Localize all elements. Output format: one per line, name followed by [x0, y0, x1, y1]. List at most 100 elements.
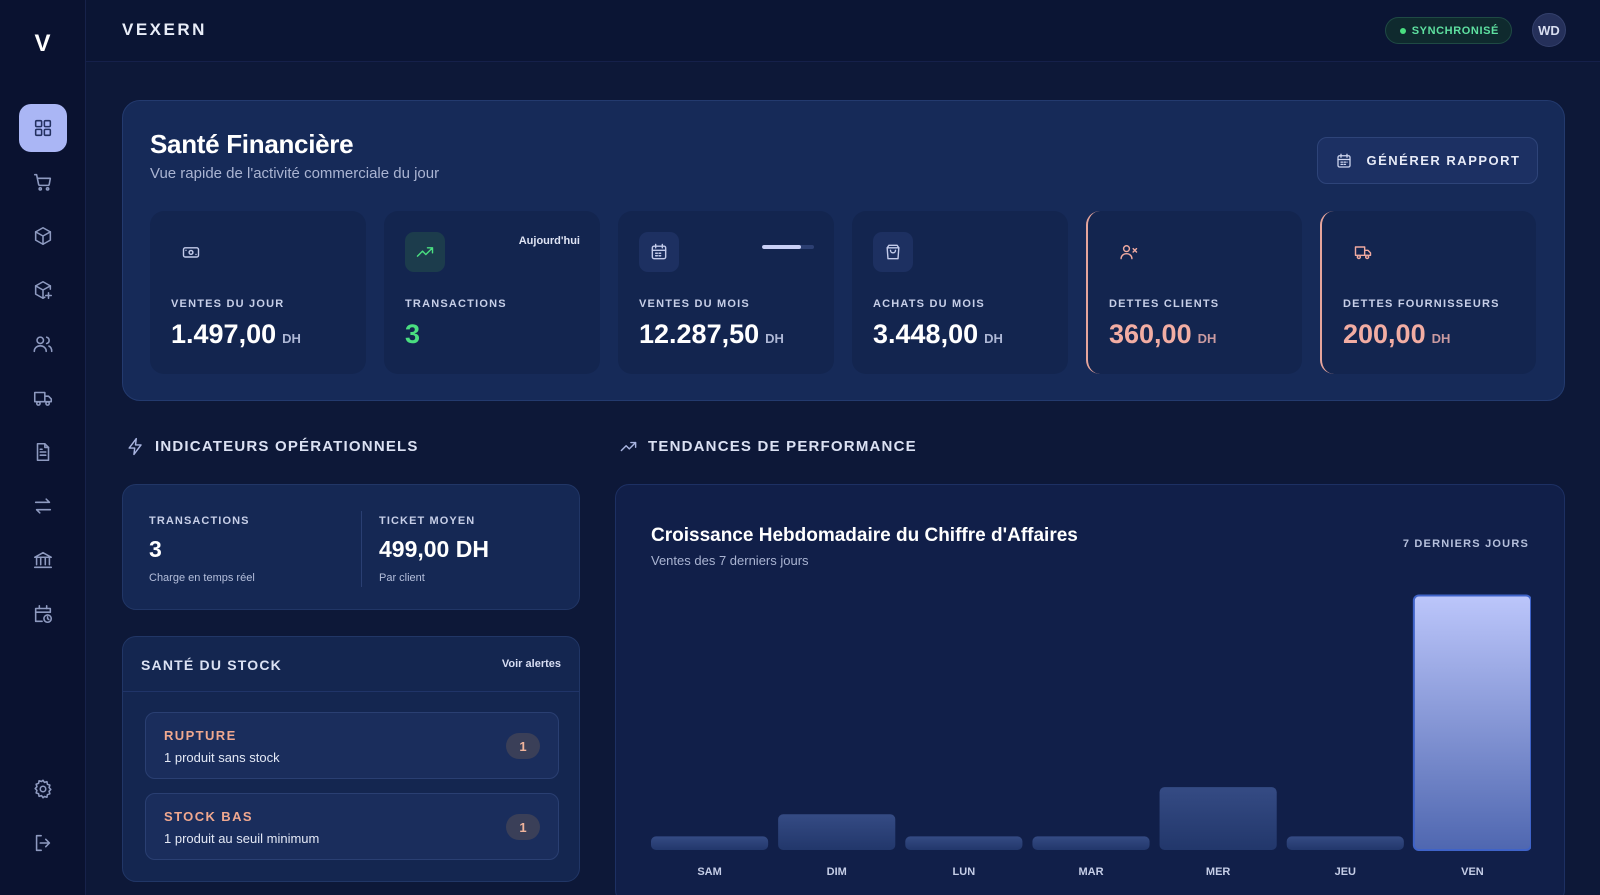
alert-row-stock-bas[interactable]: STOCK BAS 1 produit au seuil minimum 1 — [145, 793, 559, 860]
box-plus-icon — [34, 280, 53, 300]
truck-icon — [33, 391, 53, 406]
kpi-value: 1.497,00 DH — [171, 319, 301, 350]
gear-icon — [34, 779, 52, 799]
ops-transactions: TRANSACTIONS 3 Charge en temps réel — [149, 515, 255, 584]
sidebar-item-suppliers[interactable] — [19, 374, 67, 422]
sidebar-item-history[interactable] — [19, 590, 67, 638]
kpi-number: 3 — [405, 319, 421, 349]
kpi-card-transactions[interactable]: Aujourd'hui TRANSACTIONS 3 — [384, 211, 600, 374]
users-icon — [33, 336, 53, 353]
kpi-label: VENTES DU MOIS — [639, 298, 750, 310]
grid-icon — [34, 119, 52, 137]
chart-bar-dim[interactable] — [778, 814, 896, 850]
ops-ticket-sub: Par client — [379, 572, 425, 584]
bank-icon — [33, 551, 53, 569]
sidebar-item-dashboard[interactable] — [19, 104, 67, 152]
kpi-label: TRANSACTIONS — [405, 298, 507, 310]
kpi-progress-fill — [762, 245, 801, 249]
chart-bar-mar[interactable] — [1032, 836, 1150, 850]
page-subtitle: Vue rapide de l'activité commerciale du … — [150, 165, 440, 182]
calendar-icon — [1336, 153, 1351, 168]
kpi-icon-wrap — [1109, 232, 1149, 272]
chart-bar-sam[interactable] — [651, 836, 769, 850]
ops-section-heading: INDICATEURS OPÉRATIONNELS — [126, 437, 419, 456]
sidebar-item-bank[interactable] — [19, 536, 67, 584]
kpi-label: ACHATS DU MOIS — [873, 298, 985, 310]
chart-tick-label: SAM — [697, 866, 721, 878]
kpi-value: 3 — [405, 319, 420, 350]
app-logo[interactable]: V — [0, 30, 86, 58]
kpi-label: DETTES CLIENTS — [1109, 298, 1220, 310]
view-alerts-link[interactable]: Voir alertes — [502, 658, 561, 670]
kpi-card-dettes-clients[interactable]: DETTES CLIENTS 360,00 DH — [1086, 211, 1302, 374]
ops-section-title: INDICATEURS OPÉRATIONNELS — [155, 438, 419, 455]
kpi-icon-wrap — [639, 232, 679, 272]
kpi-card-ventes-mois[interactable]: VENTES DU MOIS 12.287,50 DH — [618, 211, 834, 374]
user-avatar[interactable]: WD — [1532, 13, 1566, 47]
cart-icon — [33, 173, 52, 191]
chart-range-label[interactable]: 7 DERNIERS JOURS — [1403, 538, 1529, 550]
alert-row-rupture[interactable]: RUPTURE 1 produit sans stock 1 — [145, 712, 559, 779]
chart-title: Croissance Hebdomadaire du Chiffre d'Aff… — [651, 525, 1078, 546]
sidebar-item-logout[interactable] — [19, 819, 67, 867]
sidebar-item-clients[interactable] — [19, 320, 67, 368]
cash-icon — [182, 247, 200, 258]
alert-count-badge: 1 — [506, 814, 540, 840]
sidebar-item-products[interactable] — [19, 212, 67, 260]
kpi-value: 3.448,00 DH — [873, 319, 1003, 350]
sidebar-item-stock[interactable] — [19, 266, 67, 314]
sidebar-item-transfers[interactable] — [19, 482, 67, 530]
sidebar-item-settings[interactable] — [19, 765, 67, 813]
kpi-value: 12.287,50 DH — [639, 319, 784, 350]
ops-indicators-card: TRANSACTIONS 3 Charge en temps réel TICK… — [122, 484, 580, 610]
chart-bar-jeu[interactable] — [1286, 836, 1404, 850]
kpi-icon-wrap — [405, 232, 445, 272]
alert-title: RUPTURE — [164, 728, 237, 743]
sidebar-item-sales[interactable] — [19, 158, 67, 206]
status-dot-icon — [1399, 27, 1406, 34]
kpi-card-achats-mois[interactable]: ACHATS DU MOIS 3.448,00 DH — [852, 211, 1068, 374]
chart-tick-label: MER — [1206, 866, 1231, 878]
kpi-icon-wrap — [1343, 232, 1383, 272]
kpi-number: 1.497,00 — [171, 319, 277, 349]
kpi-unit: DH — [1431, 331, 1451, 346]
app-root: V VEXERN SYNCHRONISÉ WD Santé Financière… — [0, 0, 1600, 895]
arrows-icon — [34, 498, 52, 514]
kpi-number: 200,00 — [1343, 319, 1426, 349]
kpi-label: DETTES FOURNISSEURS — [1343, 298, 1500, 310]
sync-status-badge: SYNCHRONISÉ — [1384, 17, 1512, 44]
shopping-bag-icon — [886, 244, 900, 260]
ops-transactions-label: TRANSACTIONS — [149, 515, 250, 527]
alert-title: STOCK BAS — [164, 809, 253, 824]
generate-report-button[interactable]: GÉNÉRER RAPPORT — [1317, 137, 1538, 184]
chart-bar-ven[interactable] — [1412, 594, 1531, 851]
kpi-card-dettes-fournisseurs[interactable]: DETTES FOURNISSEURS 200,00 DH — [1320, 211, 1536, 374]
ops-ticket-label: TICKET MOYEN — [379, 515, 476, 527]
kpi-number: 3.448,00 — [873, 319, 979, 349]
trending-up-icon — [620, 441, 637, 452]
ops-divider — [361, 511, 362, 587]
calendar-icon — [651, 243, 667, 260]
weekly-revenue-chart-card: Croissance Hebdomadaire du Chiffre d'Aff… — [615, 484, 1565, 895]
sidebar-item-documents[interactable] — [19, 428, 67, 476]
finance-panel: Santé Financière Vue rapide de l'activit… — [122, 100, 1565, 401]
alert-description: 1 produit au seuil minimum — [164, 831, 320, 846]
stock-header: SANTÉ DU STOCK Voir alertes — [123, 637, 579, 692]
truck-icon — [1354, 246, 1372, 260]
kpi-unit: DH — [984, 331, 1003, 346]
chart-tick-label: JEU — [1335, 866, 1356, 878]
box-icon — [34, 226, 52, 246]
ops-ticket-value: 499,00 DH — [379, 536, 489, 562]
trends-section-heading: TENDANCES DE PERFORMANCE — [619, 437, 917, 456]
document-icon — [36, 442, 50, 462]
kpi-number: 360,00 — [1109, 319, 1192, 349]
alert-description: 1 produit sans stock — [164, 750, 280, 765]
chart-bar-mer[interactable] — [1159, 787, 1277, 850]
kpi-card-ventes-jour[interactable]: VENTES DU JOUR 1.497,00 DH — [150, 211, 366, 374]
chart-tick-label: DIM — [827, 866, 847, 878]
lightning-icon — [128, 437, 142, 456]
bar-chart: SAM DIM LUN MAR MER JEU VEN — [651, 594, 1531, 878]
kpi-value: 200,00 DH — [1343, 319, 1450, 350]
kpi-unit: DH — [282, 331, 301, 346]
chart-bar-lun[interactable] — [905, 836, 1023, 850]
